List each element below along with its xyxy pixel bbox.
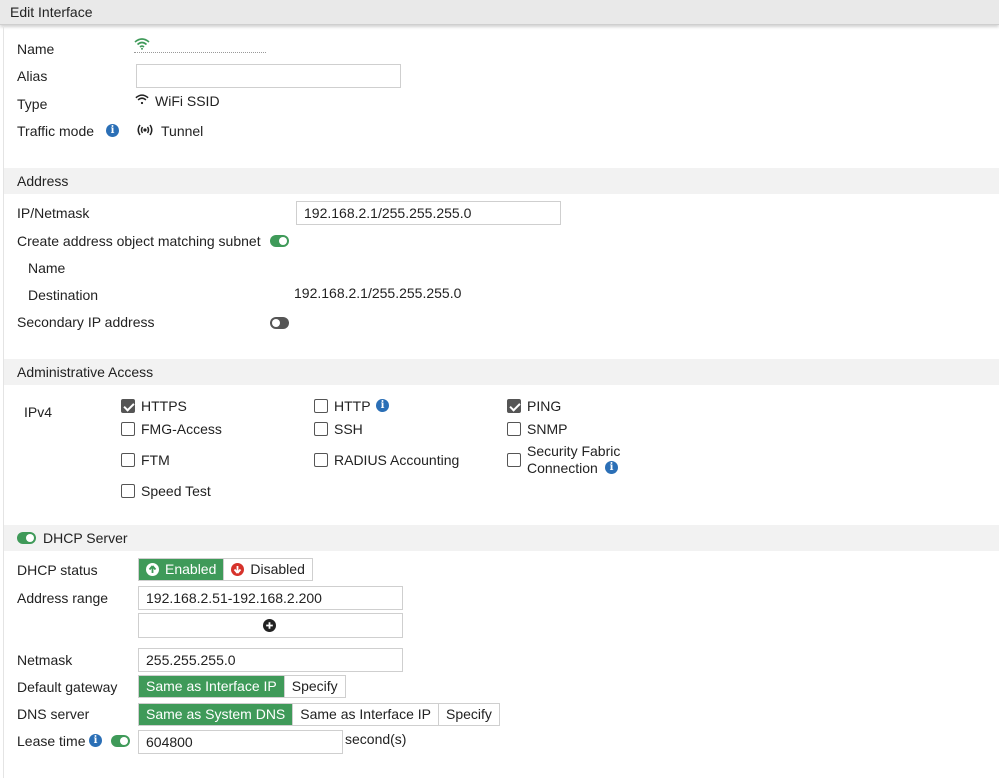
type-label: Type [17, 96, 48, 112]
traffic-mode-value: Tunnel [161, 123, 204, 139]
address-section-header: Address [4, 168, 999, 194]
destination-label: Destination [28, 287, 99, 303]
dhcp-enabled-button[interactable]: Enabled [139, 559, 224, 580]
lease-time-info-icon[interactable]: i [89, 734, 102, 747]
secondary-ip-label: Secondary IP address [17, 314, 155, 330]
lease-time-label: Lease time [17, 733, 86, 749]
fmg-access-label: FMG-Access [141, 421, 222, 437]
admin-access-section-header: Administrative Access [4, 359, 999, 385]
traffic-mode-label: Traffic mode [17, 123, 95, 139]
dhcp-section-title: DHCP Server [43, 530, 128, 546]
lease-time-toggle[interactable] [111, 735, 130, 747]
netmask-label: Netmask [17, 652, 73, 668]
radius-accounting-label: RADIUS Accounting [334, 452, 460, 468]
type-value: WiFi SSID [155, 93, 220, 109]
address-range-label: Address range [17, 590, 109, 606]
http-label: HTTP [334, 398, 371, 414]
security-fabric-info-icon[interactable]: i [605, 461, 618, 474]
snmp-checkbox[interactable] [507, 422, 521, 436]
dhcp-section-header: DHCP Server [4, 525, 999, 551]
alias-input[interactable] [136, 64, 401, 88]
https-checkbox[interactable] [121, 399, 135, 413]
default-gateway-label: Default gateway [17, 679, 118, 695]
gateway-specify-button[interactable]: Specify [283, 676, 345, 697]
dhcp-enabled-label: Enabled [165, 561, 217, 577]
https-label: HTTPS [141, 398, 187, 414]
dns-specify-button[interactable]: Specify [438, 704, 499, 725]
traffic-mode-info-icon[interactable]: i [106, 124, 119, 137]
dialog-titlebar: Edit Interface [0, 0, 999, 25]
http-info-icon[interactable]: i [376, 399, 389, 412]
address-object-name-label: Name [28, 260, 66, 276]
speed-test-label: Speed Test [141, 483, 211, 499]
ip-netmask-label: IP/Netmask [17, 205, 90, 221]
ssh-checkbox[interactable] [314, 422, 328, 436]
dhcp-disabled-label: Disabled [250, 561, 305, 577]
gateway-same-as-interface-button[interactable]: Same as Interface IP [139, 676, 284, 697]
name-value-redacted [134, 52, 266, 53]
create-address-object-toggle[interactable] [270, 235, 289, 247]
admin-access-section-title: Administrative Access [17, 364, 154, 380]
snmp-label: SNMP [527, 421, 568, 437]
arrow-down-circle-icon [231, 563, 245, 576]
ping-checkbox[interactable] [507, 399, 521, 413]
address-range-input[interactable]: 192.168.2.51-192.168.2.200 [138, 586, 403, 610]
arrow-up-circle-icon [146, 563, 159, 576]
dns-server-group: Same as System DNS Same as Interface IP … [138, 703, 500, 726]
name-label: Name [17, 41, 55, 57]
secondary-ip-toggle[interactable] [270, 317, 289, 329]
security-fabric-checkbox[interactable] [507, 453, 521, 467]
lease-time-unit: second(s) [345, 731, 407, 747]
dhcp-server-toggle[interactable] [17, 532, 36, 544]
tunnel-icon [137, 124, 153, 136]
security-fabric-label-line2: Connection [527, 460, 598, 476]
wifi-ssid-icon [135, 94, 149, 105]
fmg-access-checkbox[interactable] [121, 422, 135, 436]
dialog-title: Edit Interface [10, 4, 93, 20]
radius-accounting-checkbox[interactable] [314, 453, 328, 467]
dns-same-as-system-button[interactable]: Same as System DNS [139, 704, 293, 725]
dhcp-status-group: Enabled Disabled [138, 558, 313, 581]
http-checkbox[interactable] [314, 399, 328, 413]
default-gateway-group: Same as Interface IP Specify [138, 675, 346, 698]
ftm-checkbox[interactable] [121, 453, 135, 467]
ssh-label: SSH [334, 421, 363, 437]
wifi-icon [134, 38, 150, 50]
create-address-object-label: Create address object matching subnet [17, 233, 261, 249]
ip-netmask-input[interactable]: 192.168.2.1/255.255.255.0 [296, 201, 561, 225]
ftm-label: FTM [141, 452, 170, 468]
ping-label: PING [527, 398, 562, 414]
lease-time-input[interactable]: 604800 [138, 730, 343, 754]
dns-server-label: DNS server [17, 706, 90, 722]
speed-test-checkbox[interactable] [121, 484, 135, 498]
destination-value: 192.168.2.1/255.255.255.0 [294, 285, 462, 301]
dhcp-status-label: DHCP status [17, 562, 98, 578]
netmask-input[interactable]: 255.255.255.0 [138, 648, 403, 672]
address-section-title: Address [17, 173, 69, 189]
dhcp-disabled-button[interactable]: Disabled [223, 559, 312, 580]
left-border [3, 26, 4, 778]
alias-label: Alias [17, 68, 48, 84]
add-range-button[interactable] [138, 613, 403, 638]
ipv4-label: IPv4 [24, 404, 53, 420]
plus-circle-icon [263, 619, 276, 632]
dns-same-as-interface-button[interactable]: Same as Interface IP [292, 704, 438, 725]
security-fabric-label: Security Fabric [527, 443, 621, 459]
